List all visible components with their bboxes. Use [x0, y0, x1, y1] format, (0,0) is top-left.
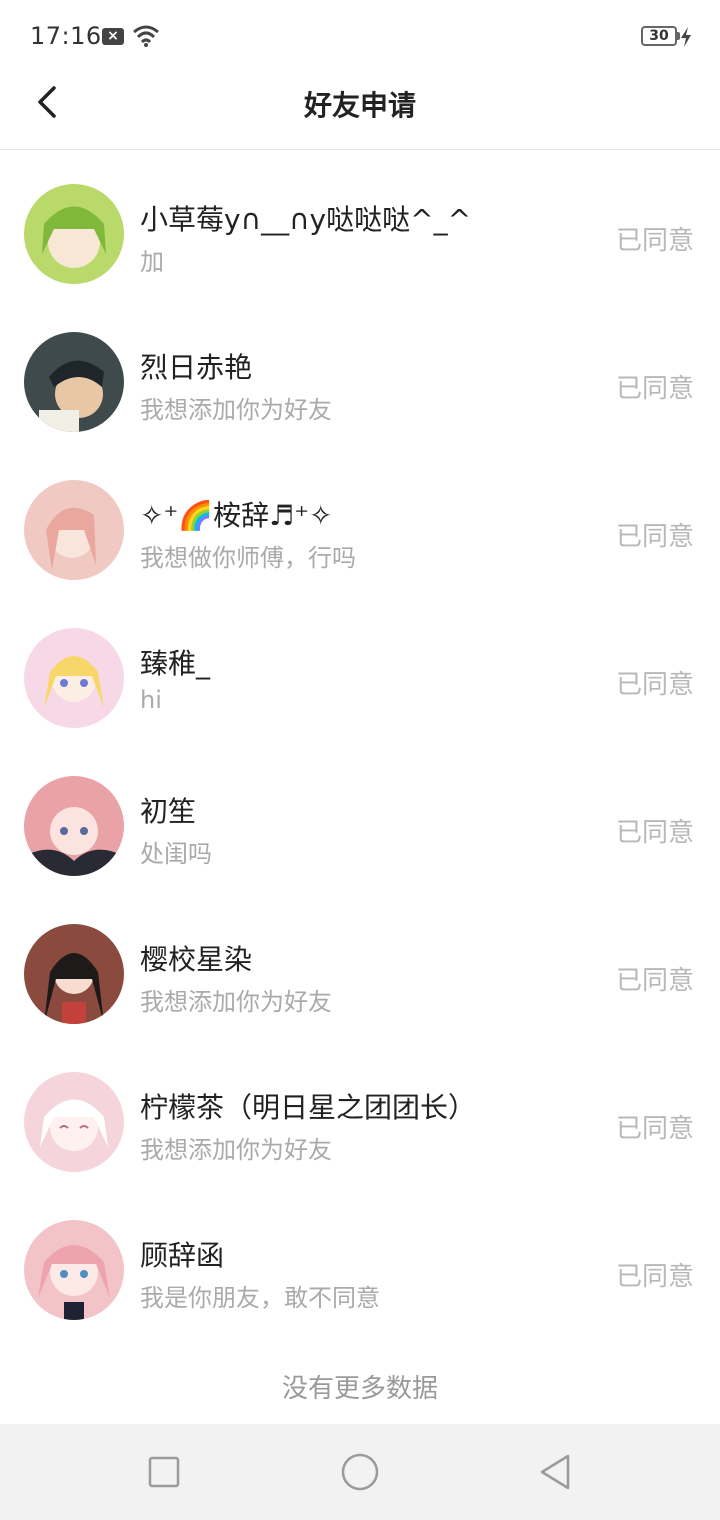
request-message: 我想添加你为好友 [140, 988, 332, 1016]
friend-request-item[interactable]: 樱校星染 我想添加你为好友 已同意 [0, 900, 720, 1048]
request-status: 已同意 [615, 1262, 694, 1292]
status-time: 17:16 [30, 22, 102, 50]
request-message: 我想添加你为好友 [140, 396, 332, 424]
battery-icon: 30 [641, 26, 677, 46]
request-message: 我想添加你为好友 [140, 1136, 332, 1164]
request-name: 初笙 [140, 795, 197, 828]
avatar [24, 332, 124, 432]
avatar [24, 776, 124, 876]
request-status: 已同意 [615, 522, 694, 552]
back-icon[interactable] [536, 1452, 576, 1492]
charging-icon [681, 27, 691, 47]
friend-request-item[interactable]: 柠檬茶（明日星之团团长） 我想添加你为好友 已同意 [0, 1048, 720, 1196]
request-status: 已同意 [615, 670, 694, 700]
request-status: 已同意 [615, 226, 694, 256]
friend-request-item[interactable]: 顾辞函 我是你朋友，敢不同意 已同意 [0, 1196, 720, 1344]
recent-apps-icon[interactable] [144, 1452, 184, 1492]
avatar [24, 1072, 124, 1172]
request-status: 已同意 [615, 966, 694, 996]
home-icon[interactable] [340, 1452, 380, 1492]
request-message: hi [140, 686, 162, 714]
request-message: 处闺吗 [140, 840, 212, 868]
request-message: 我是你朋友，敢不同意 [140, 1284, 380, 1312]
request-name: 小草莓y∩__∩y哒哒哒^_^ [140, 203, 472, 236]
friend-request-item[interactable]: 小草莓y∩__∩y哒哒哒^_^ 加 已同意 [0, 160, 720, 308]
request-status: 已同意 [615, 1114, 694, 1144]
avatar [24, 628, 124, 728]
wifi-icon [133, 25, 159, 47]
request-name: 顾辞函 [140, 1239, 225, 1272]
friend-request-item[interactable]: 初笙 处闺吗 已同意 [0, 752, 720, 900]
no-more-data-text: 没有更多数据 [281, 1374, 438, 1404]
request-name: ✧⁺🌈桉辞♬⁺✧ [140, 499, 333, 532]
request-message: 加 [140, 248, 164, 276]
friend-request-item[interactable]: ✧⁺🌈桉辞♬⁺✧ 我想做你师傅，行吗 已同意 [0, 456, 720, 604]
friend-request-item[interactable]: 烈日赤艳 我想添加你为好友 已同意 [0, 308, 720, 456]
avatar [24, 924, 124, 1024]
friend-request-item[interactable]: 臻稚_ hi 已同意 [0, 604, 720, 752]
request-name: 臻稚_ [140, 647, 211, 680]
request-message: 我想做你师傅，行吗 [140, 544, 356, 572]
avatar [24, 480, 124, 580]
request-name: 樱校星染 [140, 943, 253, 976]
page-title: 好友申请 [303, 89, 416, 122]
request-name: 柠檬茶（明日星之团团长） [140, 1091, 477, 1124]
navigation-bar [0, 1424, 720, 1520]
avatar [24, 1220, 124, 1320]
avatar [24, 184, 124, 284]
header: 好友申请 [0, 72, 720, 150]
request-status: 已同意 [615, 374, 694, 404]
request-name: 烈日赤艳 [140, 351, 253, 384]
notification-icon: × [102, 28, 124, 45]
request-status: 已同意 [615, 818, 694, 848]
status-bar: 17:16 × 30 [0, 0, 720, 72]
